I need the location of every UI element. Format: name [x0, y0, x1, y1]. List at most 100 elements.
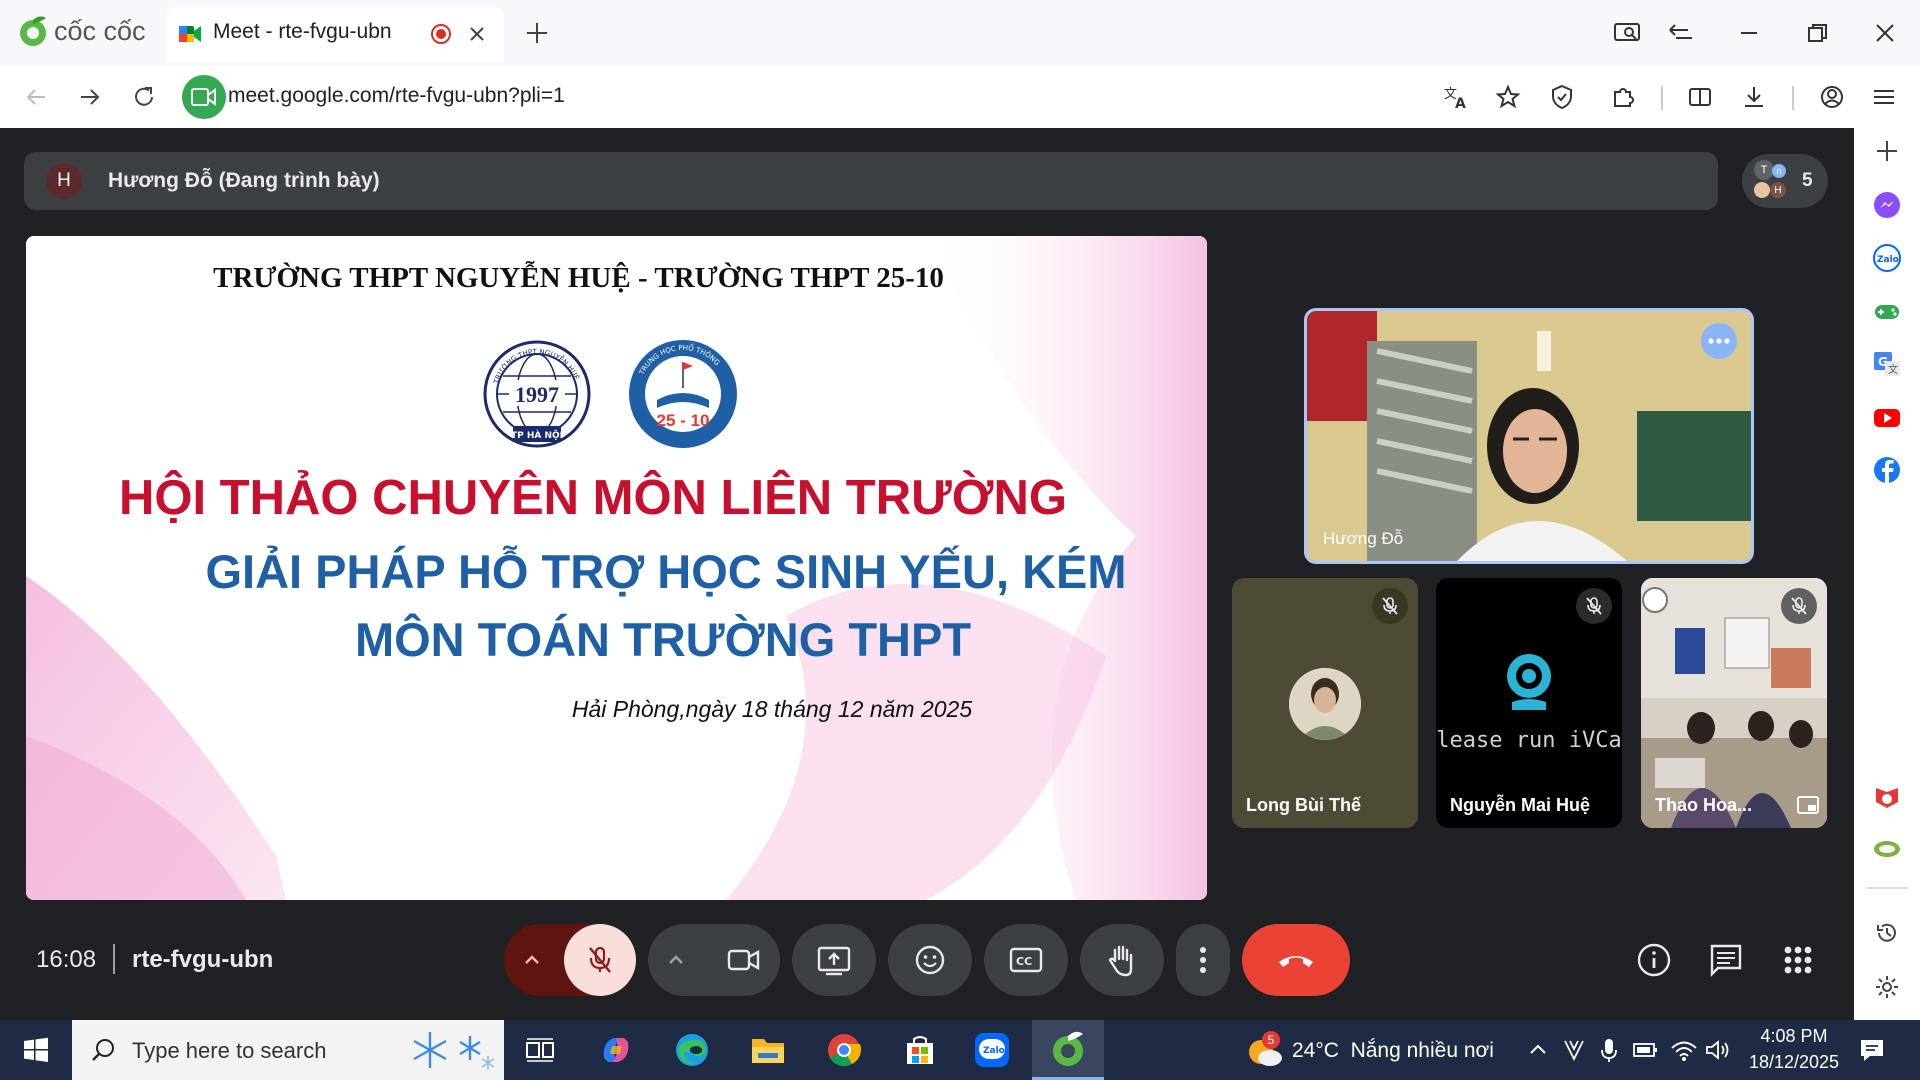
captions-button[interactable]: CC — [984, 924, 1068, 996]
wifi-icon[interactable] — [1670, 1038, 1698, 1062]
clock-time[interactable]: 4:08 PM — [1740, 1026, 1848, 1047]
meet-site-icon[interactable] — [182, 75, 226, 119]
mic-off-icon — [589, 946, 611, 973]
microphone-toggle-button[interactable] — [564, 924, 636, 996]
logo1-year: 1997 — [515, 382, 559, 407]
menu-icon[interactable] — [1866, 79, 1902, 115]
sidebar-app-icon[interactable] — [1872, 782, 1902, 812]
new-tab-icon[interactable] — [524, 20, 550, 46]
weather-text[interactable]: 24°C Nắng nhiều nơi — [1292, 1039, 1494, 1063]
camera-toggle-button[interactable] — [708, 924, 780, 996]
google-meet-favicon-icon — [178, 22, 202, 46]
tab-close-icon[interactable] — [466, 23, 488, 45]
extensions-puzzle-icon[interactable] — [1605, 79, 1641, 115]
window-minimize-icon[interactable] — [1734, 18, 1764, 48]
google-translate-icon[interactable]: G文 — [1872, 349, 1902, 379]
sidebar-add-icon[interactable] — [1874, 138, 1900, 164]
speaker-tile[interactable]: Hương Đỗ — [1304, 308, 1754, 564]
people-button[interactable]: T n H 5 — [1742, 154, 1828, 208]
download-icon[interactable] — [1736, 79, 1772, 115]
translate-icon[interactable]: 文A — [1438, 79, 1474, 115]
more-options-button[interactable] — [1176, 924, 1230, 996]
logo1-bottom-text: TP HÀ NỘI — [511, 429, 563, 441]
history-icon[interactable] — [1874, 920, 1900, 946]
participant-tile[interactable]: Thao Hoa... — [1641, 578, 1827, 828]
svg-text:Zalo: Zalo — [983, 1046, 1005, 1056]
battery-icon[interactable] — [1632, 1040, 1660, 1060]
coccoc-app-icon — [1053, 1031, 1083, 1066]
reload-icon[interactable] — [126, 79, 162, 115]
screen-cast-icon[interactable] — [1612, 18, 1642, 48]
slide-title-blue-line1: GIẢI PHÁP HỖ TRỢ HỌC SINH YẾU, KÉM — [205, 545, 1127, 598]
address-bar[interactable]: meet.google.com/rte-fvgu-ubn?pli=1 — [180, 72, 1450, 122]
microphone-tray-icon[interactable] — [1598, 1037, 1620, 1063]
zalo-app[interactable]: Zalo — [956, 1020, 1028, 1080]
snowflake-search-highlight-icon — [400, 1026, 496, 1074]
present-screen-icon — [817, 946, 851, 976]
vpn-tray-icon[interactable] — [1562, 1037, 1586, 1063]
camera-control-group — [648, 924, 780, 996]
present-screen-button[interactable] — [792, 924, 876, 996]
settings-gear-icon[interactable] — [1874, 974, 1900, 1000]
people-avatar: T — [1754, 160, 1774, 180]
meeting-info-icon[interactable] — [1634, 940, 1674, 980]
notification-center-icon[interactable] — [1858, 1036, 1886, 1064]
muted-mic-icon — [1576, 588, 1612, 624]
url-text[interactable]: meet.google.com/rte-fvgu-ubn?pli=1 — [228, 84, 565, 108]
logo2-number: 25 - 10 — [657, 411, 710, 430]
ivcam-webcam-icon — [1502, 652, 1556, 714]
clock-date[interactable]: 18/12/2025 — [1740, 1052, 1848, 1073]
shield-icon[interactable] — [1544, 79, 1580, 115]
participant-tile[interactable]: Please run iVCam Nguyễn Mai Huệ — [1436, 578, 1622, 828]
tab-search-icon[interactable] — [1666, 18, 1696, 48]
edge-app[interactable] — [656, 1020, 728, 1080]
chrome-app[interactable] — [808, 1020, 880, 1080]
forward-icon[interactable] — [72, 79, 108, 115]
nguyen-hue-school-logo: 1997 TRƯỜNG THPT NGUYỄN HUỆ TP HÀ NỘI — [481, 338, 593, 450]
split-view-icon[interactable] — [1682, 79, 1718, 115]
taskbar-search-box[interactable]: Type here to search — [72, 1020, 504, 1080]
messenger-icon[interactable] — [1872, 190, 1902, 220]
presenter-bar[interactable]: H Hương Đỗ (Đang trình bày) — [24, 152, 1718, 210]
facebook-icon[interactable] — [1872, 455, 1902, 485]
participant-avatar — [1289, 668, 1361, 740]
sidebar-divider — [1866, 887, 1908, 889]
leave-call-button[interactable] — [1242, 924, 1350, 996]
tile-name: Hương Đỗ — [1323, 529, 1404, 548]
game-controller-icon[interactable] — [1872, 296, 1902, 326]
audio-options-chevron-icon[interactable] — [516, 944, 548, 976]
reactions-button[interactable] — [888, 924, 972, 996]
chrome-icon — [828, 1034, 862, 1067]
mic-control-group — [504, 924, 636, 996]
chat-icon[interactable] — [1706, 940, 1746, 980]
window-restore-icon[interactable] — [1802, 18, 1832, 48]
presenter-avatar: H — [46, 163, 82, 199]
microsoft-store-app[interactable] — [884, 1020, 956, 1080]
bookmark-star-icon[interactable] — [1490, 79, 1526, 115]
window-close-icon[interactable] — [1870, 18, 1900, 48]
activities-grid-icon[interactable] — [1778, 940, 1818, 980]
sidebar-app-icon-2[interactable] — [1872, 834, 1902, 864]
file-explorer-app[interactable] — [732, 1020, 804, 1080]
back-icon[interactable] — [18, 79, 54, 115]
presentation-slide: TRƯỜNG THPT NGUYỄN HUỆ - TRƯỜNG THPT 25-… — [26, 236, 1207, 900]
raise-hand-button[interactable] — [1080, 924, 1164, 996]
recording-icon — [430, 23, 452, 45]
participant-tile[interactable]: Long Bùi Thế — [1232, 578, 1418, 828]
start-button[interactable] — [0, 1020, 72, 1080]
task-view-button[interactable] — [504, 1020, 576, 1080]
copilot-app[interactable] — [580, 1020, 652, 1080]
zalo-icon[interactable]: Zalo — [1872, 243, 1902, 273]
picture-in-picture-icon[interactable] — [1797, 796, 1819, 814]
profile-icon[interactable] — [1814, 79, 1850, 115]
tab-meet[interactable]: Meet - rte-fvgu-ubn — [166, 6, 504, 62]
coccoc-app-active[interactable] — [1032, 1020, 1104, 1080]
show-hidden-icons-chevron-icon[interactable] — [1526, 1038, 1550, 1062]
youtube-icon[interactable] — [1872, 402, 1902, 432]
muted-mic-icon — [1372, 588, 1408, 624]
more-options-icon[interactable] — [1701, 323, 1737, 359]
tile-name: Thao Hoa... — [1655, 795, 1753, 815]
browser-sidebar: Zalo G文 — [1854, 128, 1920, 1020]
volume-icon[interactable] — [1704, 1038, 1732, 1062]
video-options-chevron-icon[interactable] — [660, 944, 692, 976]
